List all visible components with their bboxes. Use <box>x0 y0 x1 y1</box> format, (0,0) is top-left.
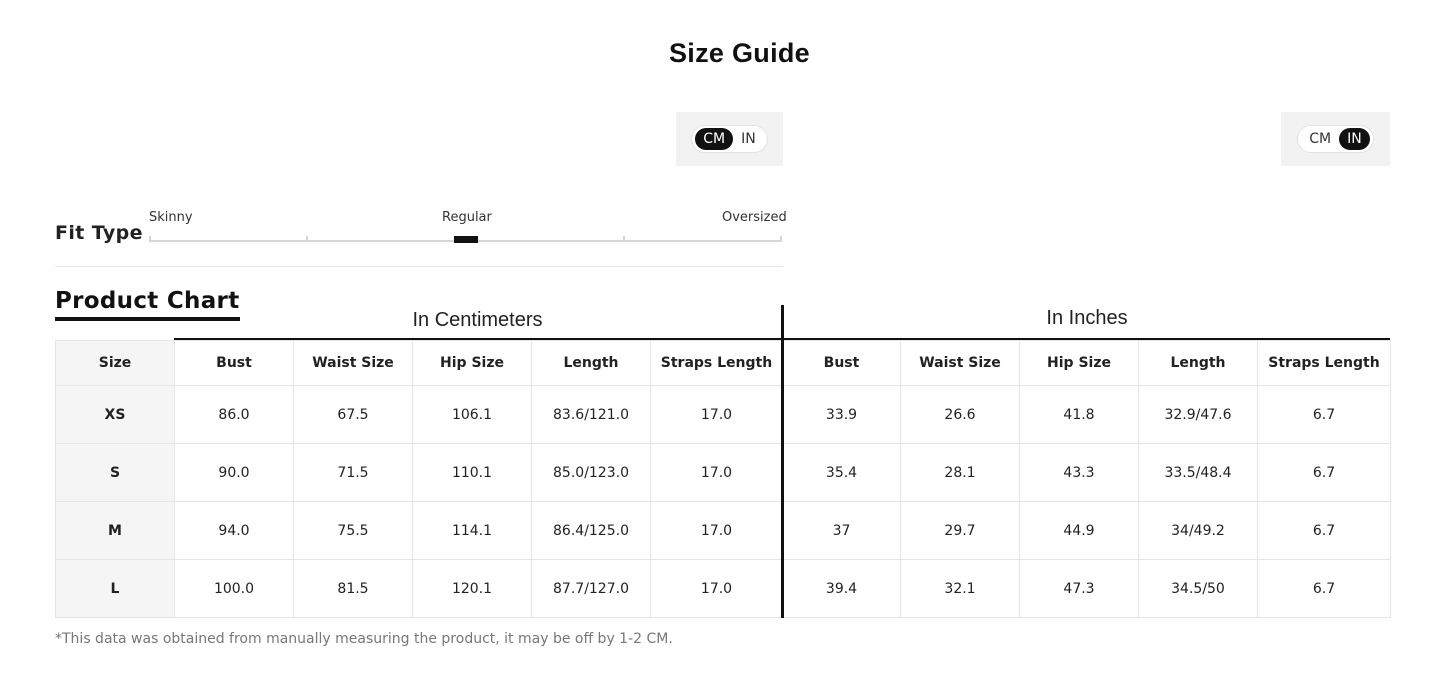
table-cell: 32.9/47.6 <box>1138 385 1258 444</box>
table-cell: 37 <box>782 501 901 560</box>
unit-option-in[interactable]: IN <box>733 128 764 150</box>
divider <box>55 266 783 267</box>
column-header-waist-cm: Waist Size <box>293 340 413 386</box>
table-cell: 41.8 <box>1019 385 1139 444</box>
table-cell: 94.0 <box>174 501 294 560</box>
column-header-straps-cm: Straps Length <box>650 340 783 386</box>
unit-toggle-panel-cm: CM IN <box>676 112 783 166</box>
unit-option-in[interactable]: IN <box>1339 128 1370 150</box>
unit-toggle: CM IN <box>691 125 768 153</box>
table-header-row: Size Bust Waist Size Hip Size Length Str… <box>55 340 1391 386</box>
table-cell: 35.4 <box>782 443 901 502</box>
table-cell: 33.5/48.4 <box>1138 443 1258 502</box>
inches-heading: In Inches <box>1046 307 1128 329</box>
table-cell: 110.1 <box>412 443 532 502</box>
table-cell: 90.0 <box>174 443 294 502</box>
table-row: L 100.0 81.5 120.1 87.7/127.0 17.0 39.4 … <box>55 559 1391 618</box>
table-cell: 17.0 <box>650 559 783 618</box>
table-cell: 120.1 <box>412 559 532 618</box>
table-cell: 17.0 <box>650 443 783 502</box>
table-cell: 32.1 <box>900 559 1020 618</box>
table-cell: 81.5 <box>293 559 413 618</box>
unit-toggle-panel-in: CM IN <box>1281 112 1390 166</box>
column-header-hip-in: Hip Size <box>1019 340 1139 386</box>
table-cell: 100.0 <box>174 559 294 618</box>
fit-scale-marker <box>454 236 478 243</box>
fit-scale-tick <box>306 236 308 242</box>
fit-type-label: Fit Type <box>55 222 143 244</box>
size-cell: XS <box>55 385 175 444</box>
unit-toggle: CM IN <box>1297 125 1374 153</box>
table-cell: 6.7 <box>1257 385 1391 444</box>
table-cell: 33.9 <box>782 385 901 444</box>
table-cell: 6.7 <box>1257 559 1391 618</box>
table-cell: 71.5 <box>293 443 413 502</box>
column-header-hip-cm: Hip Size <box>412 340 532 386</box>
table-row: XS 86.0 67.5 106.1 83.6/121.0 17.0 33.9 … <box>55 385 1391 444</box>
table-cell: 87.7/127.0 <box>531 559 651 618</box>
size-cell: S <box>55 443 175 502</box>
column-header-length-in: Length <box>1138 340 1258 386</box>
unit-option-cm[interactable]: CM <box>695 128 734 150</box>
table-cell: 17.0 <box>650 501 783 560</box>
table-cell: 6.7 <box>1257 501 1391 560</box>
column-header-waist-in: Waist Size <box>900 340 1020 386</box>
fit-scale-label-regular: Regular <box>442 210 492 225</box>
column-header-length-cm: Length <box>531 340 651 386</box>
size-cell: M <box>55 501 175 560</box>
size-table: Size Bust Waist Size Hip Size Length Str… <box>55 340 1391 618</box>
table-cell: 86.0 <box>174 385 294 444</box>
fit-scale-label-skinny: Skinny <box>149 210 193 225</box>
centimeters-heading: In Centimeters <box>412 309 543 331</box>
unit-option-cm[interactable]: CM <box>1301 128 1339 150</box>
table-cell: 75.5 <box>293 501 413 560</box>
table-cell: 26.6 <box>900 385 1020 444</box>
table-cell: 17.0 <box>650 385 783 444</box>
table-cell: 44.9 <box>1019 501 1139 560</box>
measurement-footnote: *This data was obtained from manually me… <box>55 631 673 647</box>
size-cell: L <box>55 559 175 618</box>
column-header-size: Size <box>55 340 175 386</box>
table-cell: 28.1 <box>900 443 1020 502</box>
table-cell: 6.7 <box>1257 443 1391 502</box>
table-cell: 34.5/50 <box>1138 559 1258 618</box>
column-header-bust-in: Bust <box>782 340 901 386</box>
table-cell: 47.3 <box>1019 559 1139 618</box>
page-title: Size Guide <box>668 38 811 68</box>
unit-column-separator <box>781 305 784 618</box>
fit-scale-tick <box>623 236 625 242</box>
table-row: S 90.0 71.5 110.1 85.0/123.0 17.0 35.4 2… <box>55 443 1391 502</box>
table-cell: 114.1 <box>412 501 532 560</box>
table-cell: 43.3 <box>1019 443 1139 502</box>
table-cell: 34/49.2 <box>1138 501 1258 560</box>
fit-scale-tick <box>149 236 151 242</box>
fit-scale-label-oversized: Oversized <box>722 210 787 225</box>
table-row: M 94.0 75.5 114.1 86.4/125.0 17.0 37 29.… <box>55 501 1391 560</box>
fit-scale-tick <box>780 236 782 242</box>
table-cell: 86.4/125.0 <box>531 501 651 560</box>
table-cell: 39.4 <box>782 559 901 618</box>
table-cell: 106.1 <box>412 385 532 444</box>
column-header-straps-in: Straps Length <box>1257 340 1391 386</box>
table-cell: 85.0/123.0 <box>531 443 651 502</box>
table-cell: 29.7 <box>900 501 1020 560</box>
table-cell: 83.6/121.0 <box>531 385 651 444</box>
column-header-bust-cm: Bust <box>174 340 294 386</box>
table-cell: 67.5 <box>293 385 413 444</box>
